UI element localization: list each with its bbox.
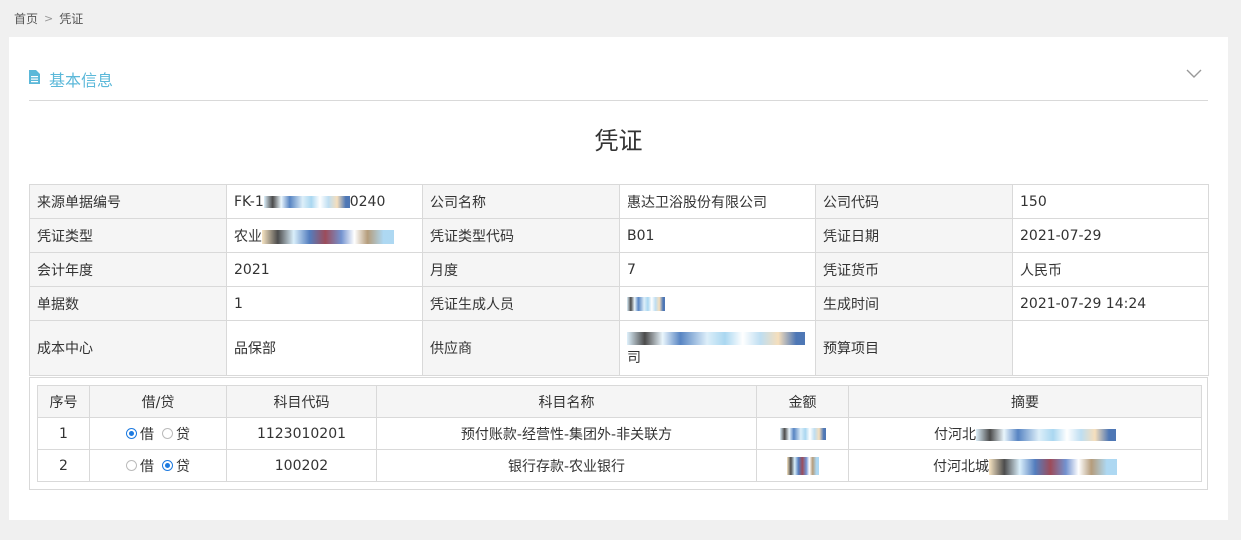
company-code-label: 公司代码 bbox=[815, 184, 1013, 219]
chevron-down-icon[interactable] bbox=[1186, 69, 1202, 79]
row-name: 预付账款-经营性-集团外-非关联方 bbox=[376, 417, 757, 450]
debit-radio[interactable] bbox=[126, 428, 137, 439]
voucher-type-value: 农业 bbox=[226, 218, 423, 253]
row-code: 100202 bbox=[226, 449, 377, 482]
source-no-label: 来源单据编号 bbox=[29, 184, 227, 219]
col-header-summary: 摘要 bbox=[848, 385, 1202, 418]
currency-value: 人民币 bbox=[1012, 252, 1209, 287]
row-name: 银行存款-农业银行 bbox=[376, 449, 757, 482]
voucher-info-table: 来源单据编号 FK-1 0240 公司名称 惠达卫浴股份有限公司 公司代码 150… bbox=[29, 184, 1209, 376]
voucher-panel: 基本信息 凭证 来源单据编号 FK-1 0240 公司名称 惠达卫浴股份有限公司 … bbox=[9, 37, 1228, 520]
redacted-block bbox=[786, 456, 819, 475]
cost-center-label: 成本中心 bbox=[29, 320, 227, 376]
document-icon bbox=[29, 70, 40, 84]
voucher-detail-table: 序号 借/贷 科目代码 科目名称 金额 摘要 1 借 贷 1123010201 … bbox=[37, 385, 1202, 482]
debit-radio-label: 借 bbox=[140, 458, 154, 475]
col-header-amount: 金额 bbox=[756, 385, 849, 418]
table-row: 1 借 贷 1123010201 预付账款-经营性-集团外-非关联方 付河北 bbox=[37, 417, 1202, 450]
redacted-block bbox=[976, 428, 1116, 441]
redacted-block bbox=[627, 331, 805, 345]
debit-credit-radios: 借 贷 bbox=[89, 417, 227, 450]
breadcrumb: 首页 > 凭证 bbox=[14, 10, 83, 27]
redacted-block bbox=[779, 427, 826, 440]
redacted-block bbox=[627, 296, 665, 311]
col-header-code: 科目代码 bbox=[226, 385, 377, 418]
fiscal-year-value: 2021 bbox=[226, 252, 423, 287]
source-no-value: FK-1 0240 bbox=[226, 184, 423, 219]
credit-radio[interactable] bbox=[162, 428, 173, 439]
col-header-no: 序号 bbox=[37, 385, 90, 418]
section-header[interactable]: 基本信息 bbox=[29, 65, 1208, 101]
company-name-label: 公司名称 bbox=[422, 184, 620, 219]
company-code-value: 150 bbox=[1012, 184, 1209, 219]
voucher-detail-container: 序号 借/贷 科目代码 科目名称 金额 摘要 1 借 贷 1123010201 … bbox=[29, 377, 1208, 490]
credit-radio-label: 贷 bbox=[176, 458, 190, 475]
company-name-value: 惠达卫浴股份有限公司 bbox=[619, 184, 816, 219]
currency-label: 凭证货币 bbox=[815, 252, 1013, 287]
month-label: 月度 bbox=[422, 252, 620, 287]
doc-count-label: 单据数 bbox=[29, 286, 227, 321]
created-time-value: 2021-07-29 14:24 bbox=[1012, 286, 1209, 321]
credit-radio-label: 贷 bbox=[176, 426, 190, 443]
redacted-block bbox=[263, 195, 350, 208]
page-title: 凭证 bbox=[594, 127, 643, 155]
col-header-name: 科目名称 bbox=[376, 385, 757, 418]
budget-value bbox=[1012, 320, 1209, 376]
row-code: 1123010201 bbox=[226, 417, 377, 450]
doc-count-value: 1 bbox=[226, 286, 423, 321]
col-header-dc: 借/贷 bbox=[89, 385, 227, 418]
supplier-label: 供应商 bbox=[422, 320, 620, 376]
row-summary: 付河北城 bbox=[848, 449, 1202, 482]
voucher-type-code-value: B01 bbox=[619, 218, 816, 253]
credit-radio[interactable] bbox=[162, 460, 173, 471]
breadcrumb-separator: > bbox=[44, 12, 54, 25]
voucher-type-label: 凭证类型 bbox=[29, 218, 227, 253]
section-title: 基本信息 bbox=[49, 71, 114, 90]
month-value: 7 bbox=[619, 252, 816, 287]
redacted-block bbox=[262, 229, 394, 244]
breadcrumb-current: 凭证 bbox=[59, 12, 84, 26]
creator-value bbox=[619, 286, 816, 321]
table-row: 2 借 贷 100202 银行存款-农业银行 付河北城 bbox=[37, 449, 1202, 482]
table-header-row: 序号 借/贷 科目代码 科目名称 金额 摘要 bbox=[37, 385, 1202, 418]
fiscal-year-label: 会计年度 bbox=[29, 252, 227, 287]
breadcrumb-home[interactable]: 首页 bbox=[14, 10, 38, 27]
budget-label: 预算项目 bbox=[815, 320, 1013, 376]
row-amount bbox=[756, 417, 849, 450]
row-no: 1 bbox=[37, 417, 90, 450]
voucher-date-value: 2021-07-29 bbox=[1012, 218, 1209, 253]
debit-radio[interactable] bbox=[126, 460, 137, 471]
row-summary: 付河北 bbox=[848, 417, 1202, 450]
redacted-block bbox=[989, 458, 1117, 475]
supplier-value: 司 bbox=[619, 320, 816, 376]
row-no: 2 bbox=[37, 449, 90, 482]
creator-label: 凭证生成人员 bbox=[422, 286, 620, 321]
debit-credit-radios: 借 贷 bbox=[89, 449, 227, 482]
debit-radio-label: 借 bbox=[140, 426, 154, 443]
row-amount bbox=[756, 449, 849, 482]
created-time-label: 生成时间 bbox=[815, 286, 1013, 321]
cost-center-value: 品保部 bbox=[226, 320, 423, 376]
voucher-date-label: 凭证日期 bbox=[815, 218, 1013, 253]
voucher-type-code-label: 凭证类型代码 bbox=[422, 218, 620, 253]
